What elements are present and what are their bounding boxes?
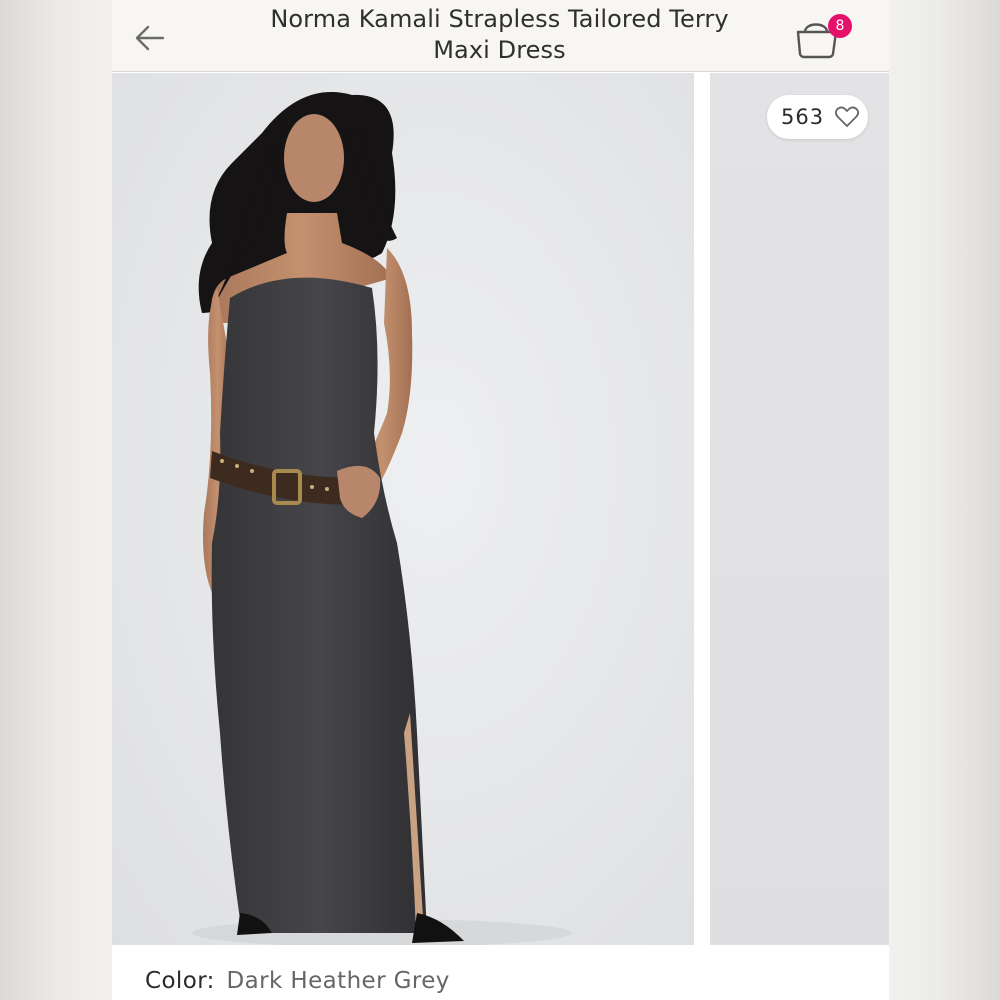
color-selection: Color: Dark Heather Grey	[145, 968, 450, 994]
like-count: 563	[781, 105, 825, 129]
heart-outline-icon	[835, 106, 860, 127]
page-title: Norma Kamali Strapless Tailored Terry Ma…	[270, 5, 729, 64]
top-bar: Norma Kamali Strapless Tailored Terry Ma…	[112, 0, 889, 72]
arrow-left-icon	[135, 25, 165, 51]
model-illustration	[192, 92, 572, 945]
bag-count-badge: 8	[828, 14, 852, 38]
color-value: Dark Heather Grey	[226, 968, 450, 994]
back-button[interactable]	[130, 18, 170, 58]
color-label: Color:	[145, 968, 215, 994]
shopping-bag-button[interactable]: 8	[792, 10, 856, 60]
product-image-next[interactable]	[710, 73, 889, 945]
like-button[interactable]: 563	[767, 95, 868, 139]
product-screen: Norma Kamali Strapless Tailored Terry Ma…	[112, 0, 889, 1000]
image-gallery[interactable]: 563	[112, 73, 889, 945]
product-image-main[interactable]	[112, 73, 694, 945]
